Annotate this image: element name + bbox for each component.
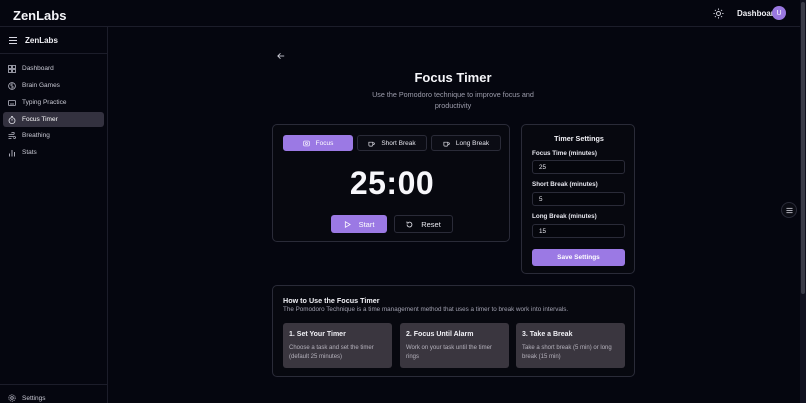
floating-menu-button[interactable] (781, 202, 797, 218)
howto-step: 3. Take a Break Take a short break (5 mi… (516, 323, 625, 368)
grid-icon (8, 64, 16, 73)
howto-card: How to Use the Focus Timer The Pomodoro … (272, 285, 635, 377)
top-bar: ZenLabs Dashboard U (0, 0, 800, 27)
start-label: Start (358, 219, 375, 229)
step-title: 3. Take a Break (522, 331, 573, 338)
brain-icon (8, 81, 16, 90)
sidebar-brand: ZenLabs (25, 36, 58, 45)
timer-card: Focus Short Break Long Break 25:00 Start… (272, 124, 510, 242)
sun-icon[interactable] (713, 8, 724, 19)
scrollbar-thumb[interactable] (801, 2, 805, 294)
step-description: Choose a task and set the timer (default… (289, 345, 374, 360)
sidebar-divider (0, 384, 107, 385)
long-break-input[interactable] (532, 224, 625, 238)
page-subtitle-line: Use the Pomodoro technique to improve fo… (372, 90, 534, 99)
app-brand[interactable]: ZenLabs (13, 8, 66, 23)
timer-icon (8, 115, 16, 124)
sidebar-item-label: Focus Timer (22, 116, 58, 123)
mode-label: Long Break (455, 139, 490, 147)
sidebar-item-settings[interactable]: Settings (3, 392, 104, 403)
user-avatar[interactable]: U (772, 6, 786, 20)
sidebar: ZenLabs Dashboard Brain Games Typing Pra… (0, 27, 108, 403)
mode-long-break-button[interactable]: Long Break (431, 135, 501, 151)
reset-icon (406, 220, 413, 227)
page-title: Focus Timer (414, 70, 492, 85)
sidebar-header: ZenLabs (0, 27, 107, 54)
focus-time-label: Focus Time (minutes) (532, 150, 597, 157)
howto-title: How to Use the Focus Timer (283, 296, 380, 305)
sidebar-item-label: Breathing (22, 132, 50, 139)
start-button[interactable]: Start (331, 215, 387, 233)
sidebar-item-label: Dashboard (22, 65, 54, 72)
play-icon (344, 220, 351, 228)
mode-focus-button[interactable]: Focus (283, 135, 353, 151)
sidebar-item-typing-practice[interactable]: Typing Practice (3, 95, 104, 110)
sidebar-item-label: Settings (22, 394, 46, 402)
sidebar-item-brain-games[interactable]: Brain Games (3, 78, 104, 93)
page-subtitle: Use the Pomodoro technique to improve fo… (353, 90, 553, 111)
settings-title: Timer Settings (554, 134, 604, 143)
reset-label: Reset (421, 219, 441, 229)
sidebar-item-label: Stats (22, 149, 37, 156)
sidebar-item-breathing[interactable]: Breathing (3, 128, 104, 143)
mode-label: Short Break (381, 139, 416, 147)
hamburger-menu-icon[interactable] (9, 37, 17, 44)
sidebar-item-focus-timer[interactable]: Focus Timer (3, 112, 104, 127)
sidebar-item-stats[interactable]: Stats (3, 145, 104, 160)
step-description: Work on your task until the timer rings (406, 345, 492, 360)
mode-short-break-button[interactable]: Short Break (357, 135, 427, 151)
brain-icon (302, 140, 310, 146)
step-title: 1. Set Your Timer (289, 331, 346, 338)
page-subtitle-line: productivity (434, 100, 472, 110)
step-title: 2. Focus Until Alarm (406, 331, 474, 338)
save-settings-button[interactable]: Save Settings (532, 249, 625, 266)
coffee-icon (368, 141, 376, 146)
reset-button[interactable]: Reset (394, 215, 453, 233)
step-description: Take a short break (5 min) or long break… (522, 345, 612, 360)
sidebar-item-dashboard[interactable]: Dashboard (3, 61, 104, 76)
howto-step: 2. Focus Until Alarm Work on your task u… (400, 323, 509, 368)
list-icon (785, 207, 793, 213)
wind-icon (8, 131, 16, 139)
howto-step: 1. Set Your Timer Choose a task and set … (283, 323, 392, 368)
back-arrow-icon[interactable] (277, 52, 285, 60)
sidebar-item-label: Brain Games (22, 82, 60, 89)
timer-display: 25:00 (349, 165, 435, 201)
howto-subtitle: The Pomodoro Technique is a time managem… (283, 306, 569, 313)
bar-chart-icon (9, 149, 15, 156)
coffee-icon (443, 141, 450, 146)
long-break-label: Long Break (minutes) (532, 213, 597, 220)
mode-label: Focus (315, 139, 334, 147)
timer-settings-card: Timer Settings Focus Time (minutes) Shor… (521, 124, 635, 274)
short-break-input[interactable] (532, 192, 625, 206)
short-break-label: Short Break (minutes) (532, 181, 598, 188)
gear-icon (8, 394, 16, 402)
keyboard-icon (8, 99, 16, 106)
focus-time-input[interactable] (532, 160, 625, 174)
sidebar-item-label: Typing Practice (22, 99, 67, 106)
